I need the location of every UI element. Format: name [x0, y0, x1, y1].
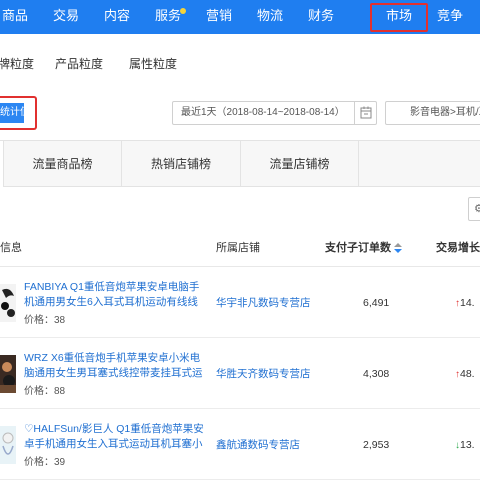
nav-item-service[interactable]: 服务: [155, 0, 181, 34]
settings-button[interactable]: ⚙: [468, 197, 480, 221]
growth-number: 14.: [460, 297, 475, 309]
sort-icon[interactable]: [394, 243, 402, 254]
product-price: 价格：38: [24, 315, 66, 326]
shop-name-link[interactable]: 鑫航通数码专营店: [216, 410, 300, 480]
growth-number: 48.: [460, 368, 475, 380]
product-price: 价格：88: [24, 386, 66, 397]
statistic-toggle-highlight: 统计值: [0, 96, 37, 130]
settings-icon: ⚙: [474, 203, 480, 215]
notification-dot: [180, 8, 186, 14]
table-row: FANBIYA Q1重低音炮苹果安卓电脑手机通用男女生6入耳式耳机运动有线线 价…: [0, 268, 480, 338]
nav-item-goods[interactable]: 商品: [2, 0, 28, 34]
growth-value: ↑14.: [455, 268, 475, 339]
product-name-link[interactable]: ♡HALFSun/影巨人 Q1重低音炮苹果安卓手机通用女生入耳式运动耳机耳塞小米…: [24, 422, 204, 452]
date-range-picker[interactable]: 最近1天（2018-08-14~2018-08-14）: [172, 101, 377, 125]
statistic-toggle-button[interactable]: 统计值: [0, 103, 24, 123]
tab-traffic-products[interactable]: 流量商品榜: [4, 141, 122, 187]
top-nav: 商品 交易 内容 服务 营销 物流 财务 市场 竞争: [0, 0, 480, 34]
growth-value: ↓13.: [455, 410, 475, 480]
granularity-brand[interactable]: 牌粒度: [0, 55, 34, 72]
growth-value: ↑48.: [455, 339, 475, 410]
product-image[interactable]: [0, 284, 16, 322]
shop-name-link[interactable]: 华宇非凡数码专营店: [216, 268, 311, 338]
product-name-link[interactable]: WRZ X6重低音炮手机苹果安卓小米电脑通用女生男耳塞式线控带麦挂耳式运动入: [24, 351, 204, 381]
date-range-text: 最近1天（2018-08-14~2018-08-14）: [181, 107, 345, 118]
nav-item-trade[interactable]: 交易: [53, 0, 79, 34]
order-count: 4,308: [363, 368, 390, 380]
order-count: 2,953: [363, 439, 390, 451]
category-text: 影音电器>耳机/耳麦: [410, 107, 480, 118]
nav-item-marketing[interactable]: 营销: [206, 0, 232, 34]
nav-item-logistics[interactable]: 物流: [257, 0, 283, 34]
nav-item-finance[interactable]: 财务: [308, 0, 334, 34]
header-orders-label: 支付子订单数: [325, 242, 391, 254]
nav-item-market[interactable]: 市场: [386, 0, 412, 34]
header-growth[interactable]: 交易增长: [436, 231, 480, 265]
granularity-product[interactable]: 产品粒度: [55, 55, 103, 72]
tab-traffic-shops[interactable]: 流量店铺榜: [241, 141, 359, 187]
header-orders[interactable]: 支付子订单数: [325, 231, 402, 265]
shop-name-link[interactable]: 华胜天齐数码专营店: [216, 339, 311, 409]
product-name-link[interactable]: FANBIYA Q1重低音炮苹果安卓电脑手机通用男女生6入耳式耳机运动有线线: [24, 280, 204, 310]
header-info: 信息: [0, 242, 22, 254]
product-image[interactable]: [0, 355, 16, 393]
order-count: 6,491: [363, 297, 390, 309]
category-selector[interactable]: 影音电器>耳机/耳麦: [385, 101, 480, 125]
tab-hot-shops[interactable]: 热销店铺榜: [122, 141, 241, 187]
table-row: ♡HALFSun/影巨人 Q1重低音炮苹果安卓手机通用女生入耳式运动耳机耳塞小米…: [0, 410, 480, 480]
growth-number: 13.: [460, 439, 475, 451]
ranking-tabs: 流量商品榜 热销店铺榜 流量店铺榜: [0, 140, 480, 187]
nav-item-competition[interactable]: 竞争: [437, 0, 463, 34]
nav-item-content[interactable]: 内容: [104, 0, 130, 34]
header-shop: 所属店铺: [216, 242, 260, 254]
table-header: 信息 所属店铺 支付子订单数 交易增长: [0, 231, 480, 267]
product-image[interactable]: [0, 426, 16, 464]
granularity-attribute[interactable]: 属性粒度: [129, 55, 177, 72]
table-row: WRZ X6重低音炮手机苹果安卓小米电脑通用女生男耳塞式线控带麦挂耳式运动入 价…: [0, 339, 480, 409]
calendar-icon[interactable]: [354, 102, 376, 124]
product-price: 价格：39: [24, 457, 66, 468]
